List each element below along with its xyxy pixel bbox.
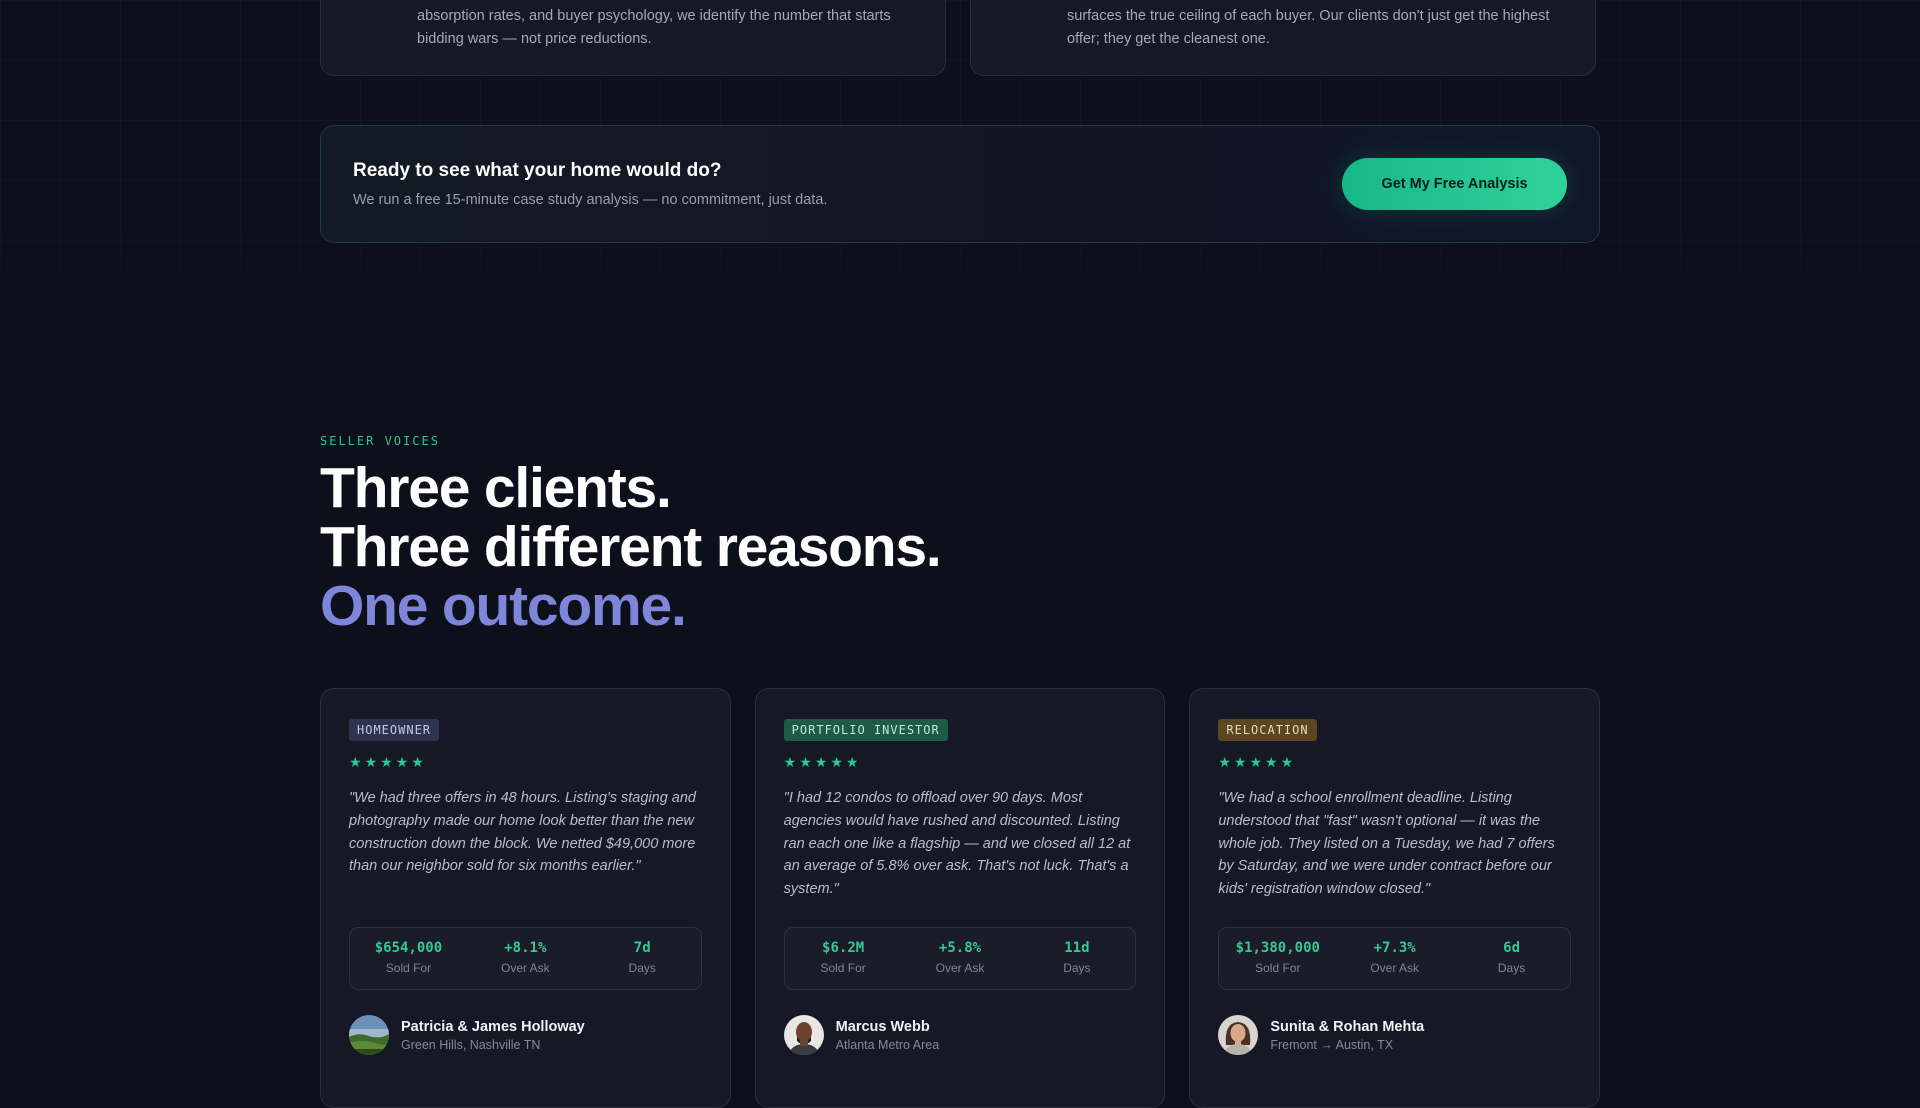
headline-line-3: One outcome. <box>320 574 687 638</box>
section-eyebrow: SELLER VOICES <box>320 434 440 448</box>
client-text: Sunita & Rohan Mehta Fremont → Austin, T… <box>1270 1019 1424 1052</box>
stat-label: Over Ask <box>1370 961 1420 975</box>
stat-label: Days <box>1063 961 1091 975</box>
stat-value: +7.3% <box>1373 940 1416 956</box>
headline-line-1: Three clients. <box>320 456 672 520</box>
stat-over-ask: +5.8% Over Ask <box>902 928 1019 989</box>
testimonial-quote: "We had three offers in 48 hours. Listin… <box>349 790 696 875</box>
stat-label: Sold For <box>385 961 432 975</box>
man-portrait-avatar <box>783 1015 824 1055</box>
stat-label: Sold For <box>820 961 866 975</box>
star-icon: ★ <box>364 754 378 770</box>
stat-days: 6d Days <box>1453 928 1570 989</box>
client-name: Patricia & James Holloway <box>401 1018 585 1035</box>
client-location: Atlanta Metro Area <box>835 1037 940 1052</box>
stat-label: Days <box>1497 961 1526 975</box>
stat-value: $6.2M <box>822 940 865 956</box>
star-icon: ★ <box>395 754 409 770</box>
stat-label: Over Ask <box>500 961 550 975</box>
star-icon: ★ <box>1280 754 1294 770</box>
star-icon: ★ <box>845 754 859 770</box>
client-text: Patricia & James Holloway Green Hills, N… <box>401 1019 585 1052</box>
feature-card-left: absorption rates, and buyer psychology, … <box>320 0 946 76</box>
testimonial-card: PORTFOLIO INVESTOR ★ ★ ★ ★ ★ "I had 12 c… <box>754 688 1166 1108</box>
client-name: Sunita & Rohan Mehta <box>1270 1018 1425 1035</box>
headline-line-2: Three different reasons. <box>320 515 942 579</box>
star-icon: ★ <box>783 754 797 770</box>
stat-over-ask: +7.3% Over Ask <box>1336 928 1453 989</box>
star-icon: ★ <box>380 754 393 770</box>
testimonial-cards: HOMEOWNER ★ ★ ★ ★ ★ "We had three offers… <box>320 688 1601 1108</box>
client-info: Patricia & James Holloway Green Hills, N… <box>349 1015 585 1055</box>
stat-days: 7d Days <box>584 928 701 989</box>
woman-portrait-avatar <box>1218 1015 1259 1055</box>
landscape-avatar <box>349 1015 389 1055</box>
testimonial-card: RELOCATION ★ ★ ★ ★ ★ "We had a school en… <box>1189 688 1601 1108</box>
stat-value: $1,380,000 <box>1235 940 1320 956</box>
star-icon: ★ <box>411 754 424 770</box>
client-location: Green Hills, Nashville TN <box>401 1037 541 1052</box>
star-icon: ★ <box>349 754 362 770</box>
feature-card-right: surfaces the true ceiling of each buyer.… <box>970 0 1596 76</box>
stat-days: 11d Days <box>1018 928 1135 989</box>
sale-stats: $654,000 Sold For +8.1% Over Ask 7d Days <box>349 927 702 990</box>
feature-card-text: absorption rates, and buyer psychology, … <box>417 8 891 47</box>
cta-text-group: Ready to see what your home would do? We… <box>353 160 827 208</box>
testimonial-quote: "I had 12 condos to offload over 90 days… <box>783 790 1131 898</box>
stat-label: Sold For <box>1255 961 1301 975</box>
client-info: Sunita & Rohan Mehta Fremont → Austin, T… <box>1218 1015 1424 1055</box>
client-type-badge: HOMEOWNER <box>349 719 440 741</box>
client-location: Fremont → Austin, TX <box>1270 1037 1394 1052</box>
client-info: Marcus Webb Atlanta Metro Area <box>783 1015 940 1055</box>
stat-value: 6d <box>1503 940 1520 956</box>
testimonial-card: HOMEOWNER ★ ★ ★ ★ ★ "We had three offers… <box>320 688 731 1108</box>
star-icon: ★ <box>799 754 812 770</box>
cta-banner: Ready to see what your home would do? We… <box>320 125 1600 243</box>
star-rating: ★ ★ ★ ★ ★ <box>349 755 702 769</box>
star-icon: ★ <box>1265 754 1278 770</box>
star-rating: ★ ★ ★ ★ ★ <box>1218 755 1571 769</box>
client-type-badge: PORTFOLIO INVESTOR <box>783 719 948 741</box>
client-text: Marcus Webb Atlanta Metro Area <box>836 1019 940 1052</box>
stat-label: Over Ask <box>935 961 985 975</box>
feature-card-text: surfaces the true ceiling of each buyer.… <box>1067 8 1550 47</box>
stat-value: +8.1% <box>504 940 547 956</box>
cta-subtitle: We run a free 15-minute case study analy… <box>353 192 828 208</box>
feature-cards-row: absorption rates, and buyer psychology, … <box>320 0 1600 76</box>
testimonial-quote: "We had a school enrollment deadline. Li… <box>1218 790 1555 898</box>
client-type-badge: RELOCATION <box>1218 719 1317 741</box>
stat-label: Days <box>628 961 656 975</box>
star-rating: ★ ★ ★ ★ ★ <box>784 755 1137 769</box>
stat-value: +5.8% <box>938 940 982 956</box>
star-icon: ★ <box>814 754 828 770</box>
cta-title: Ready to see what your home would do? <box>353 160 722 181</box>
stat-sold-for: $1,380,000 Sold For <box>1219 928 1336 989</box>
section-headline: Three clients. Three different reasons. … <box>320 459 1600 636</box>
stat-value: 7d <box>633 940 651 956</box>
client-name: Marcus Webb <box>835 1018 930 1035</box>
stat-sold-for: $654,000 Sold For <box>350 928 467 989</box>
star-icon: ★ <box>1249 754 1263 770</box>
stat-value: $654,000 <box>374 940 443 956</box>
sale-stats: $6.2M Sold For +5.8% Over Ask 11d Days <box>783 927 1137 990</box>
stat-value: 11d <box>1064 940 1090 956</box>
stat-sold-for: $6.2M Sold For <box>785 928 902 989</box>
sale-stats: $1,380,000 Sold For +7.3% Over Ask 6d Da… <box>1218 927 1572 990</box>
get-free-analysis-button[interactable]: Get My Free Analysis <box>1342 158 1567 210</box>
stat-over-ask: +8.1% Over Ask <box>467 928 584 989</box>
star-icon: ★ <box>1233 754 1247 770</box>
star-icon: ★ <box>830 754 843 770</box>
star-icon: ★ <box>1218 754 1231 770</box>
